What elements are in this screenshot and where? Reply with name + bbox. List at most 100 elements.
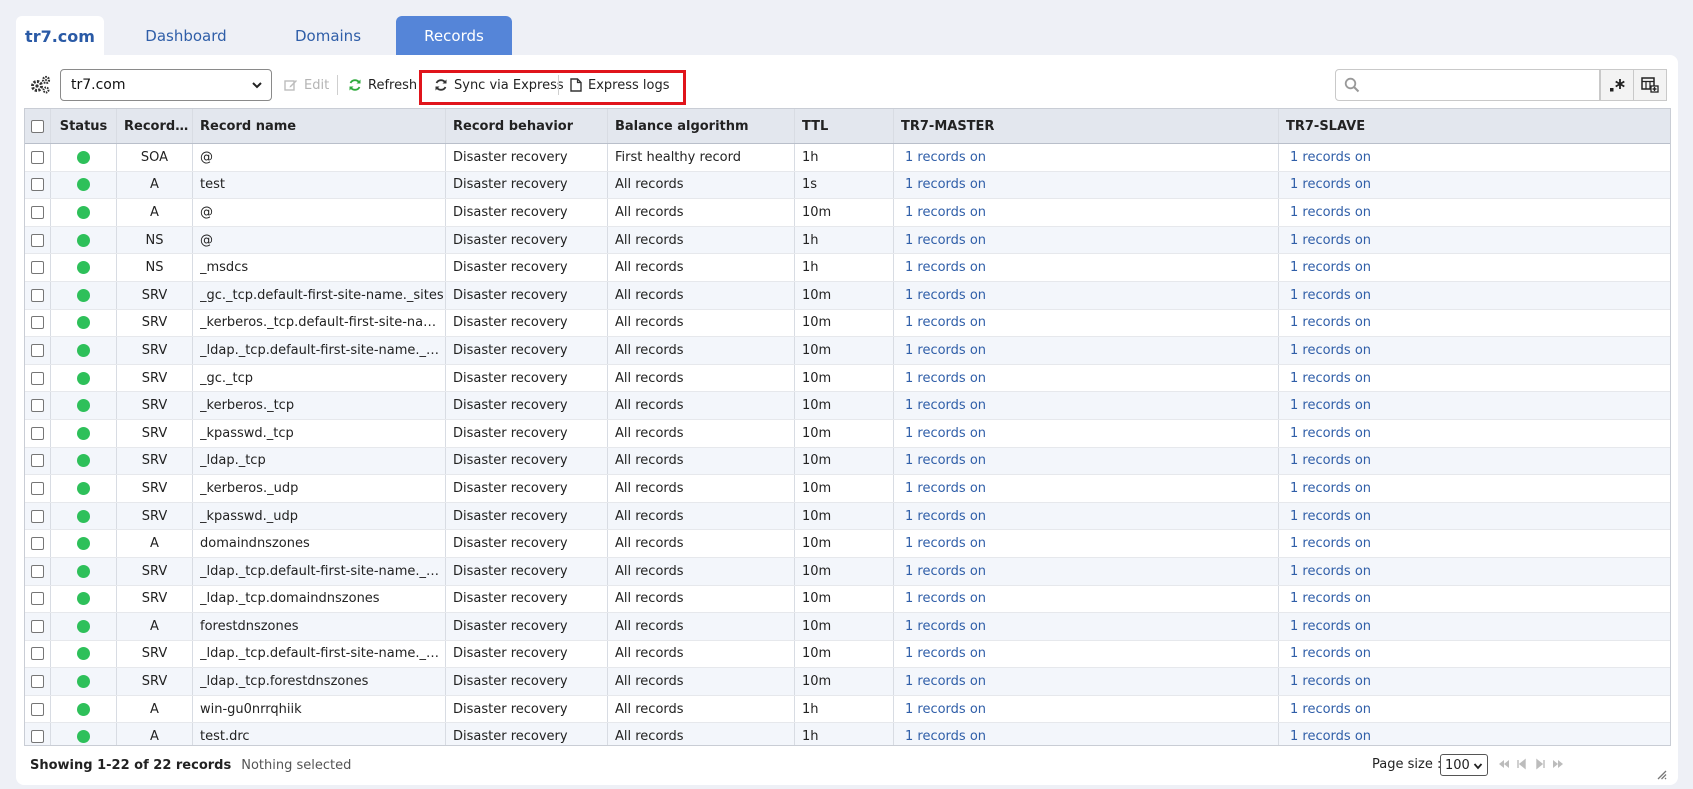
table-row[interactable]: SRV _kpasswd._tcp Disaster recovery All rec… bbox=[25, 419, 1670, 448]
table-row[interactable]: SRV _ldap._tcp.default-first-site-name._s… bbox=[25, 337, 1670, 365]
tr7-slave-link[interactable]: 1 records on bbox=[1286, 536, 1371, 551]
tab-domains[interactable]: Domains bbox=[268, 16, 388, 56]
search-input[interactable] bbox=[1335, 69, 1600, 101]
tr7-master-link[interactable]: 1 records on bbox=[901, 674, 986, 689]
row-checkbox[interactable] bbox=[31, 592, 44, 606]
tr7-slave-link[interactable]: 1 records on bbox=[1286, 315, 1371, 330]
row-checkbox[interactable] bbox=[31, 454, 44, 468]
sync-express-button[interactable]: Sync via Express bbox=[434, 71, 564, 99]
tr7-slave-link[interactable]: 1 records on bbox=[1286, 150, 1371, 165]
table-row[interactable]: SOA @ Disaster recovery First healthy recor… bbox=[25, 144, 1670, 172]
tr7-slave-link[interactable]: 1 records on bbox=[1286, 343, 1371, 358]
tr7-master-link[interactable]: 1 records on bbox=[901, 536, 986, 551]
tr7-master-link[interactable]: 1 records on bbox=[901, 702, 986, 717]
tr7-master-link[interactable]: 1 records on bbox=[901, 453, 986, 468]
tr7-master-link[interactable]: 1 records on bbox=[901, 205, 986, 220]
last-page-icon[interactable] bbox=[1552, 758, 1564, 770]
column-chooser-button[interactable] bbox=[1633, 69, 1667, 101]
tr7-master-link[interactable]: 1 records on bbox=[901, 288, 986, 303]
table-row[interactable]: Aforestdnszones Disaster recovery All reco… bbox=[25, 613, 1670, 641]
row-checkbox[interactable] bbox=[31, 205, 44, 219]
row-checkbox[interactable] bbox=[31, 288, 44, 302]
tr7-master-link[interactable]: 1 records on bbox=[901, 481, 986, 496]
tr7-master-link[interactable]: 1 records on bbox=[901, 233, 986, 248]
tr7-master-link[interactable]: 1 records on bbox=[901, 591, 986, 606]
row-checkbox[interactable] bbox=[31, 702, 44, 716]
table-row[interactable]: Adomaindnszones Disaster recovery All reco… bbox=[25, 530, 1670, 558]
header-record-name[interactable]: Record name bbox=[193, 109, 446, 143]
row-checkbox[interactable] bbox=[31, 537, 44, 551]
refresh-button[interactable]: Refresh bbox=[348, 71, 417, 99]
tr7-slave-link[interactable]: 1 records on bbox=[1286, 509, 1371, 524]
tr7-master-link[interactable]: 1 records on bbox=[901, 371, 986, 386]
page-size-select[interactable]: 100 bbox=[1440, 754, 1488, 776]
tr7-slave-link[interactable]: 1 records on bbox=[1286, 288, 1371, 303]
row-checkbox[interactable] bbox=[31, 647, 44, 661]
tr7-slave-link[interactable]: 1 records on bbox=[1286, 371, 1371, 386]
edit-button[interactable]: Edit bbox=[284, 71, 329, 99]
row-checkbox[interactable] bbox=[31, 399, 44, 413]
express-logs-button[interactable]: Express logs bbox=[570, 71, 670, 99]
header-record-behavior[interactable]: Record behavior bbox=[446, 109, 608, 143]
table-row[interactable]: SRV _gc._tcp.default-first-site-name._sit… bbox=[25, 281, 1670, 310]
table-row[interactable]: SRV _kerberos._udp Disaster recovery All re… bbox=[25, 475, 1670, 503]
row-checkbox[interactable] bbox=[31, 730, 44, 744]
tr7-master-link[interactable]: 1 records on bbox=[901, 177, 986, 192]
row-checkbox[interactable] bbox=[31, 675, 44, 689]
tr7-slave-link[interactable]: 1 records on bbox=[1286, 260, 1371, 275]
table-row[interactable]: A @ Disaster recovery All records 10m 1 recor… bbox=[25, 199, 1670, 227]
row-checkbox[interactable] bbox=[31, 509, 44, 523]
tr7-master-link[interactable]: 1 records on bbox=[901, 260, 986, 275]
tr7-slave-link[interactable]: 1 records on bbox=[1286, 674, 1371, 689]
tr7-master-link[interactable]: 1 records on bbox=[901, 426, 986, 441]
tr7-slave-link[interactable]: 1 records on bbox=[1286, 619, 1371, 634]
tr7-slave-link[interactable]: 1 records on bbox=[1286, 702, 1371, 717]
table-row[interactable]: NS @ Disaster recovery All records 1h 1 recor… bbox=[25, 226, 1670, 255]
table-row[interactable]: NS _msdcs Disaster recovery All records 1h 1 … bbox=[25, 254, 1670, 282]
header-balance-algorithm[interactable]: Balance algorithm bbox=[608, 109, 795, 143]
row-checkbox[interactable] bbox=[31, 178, 44, 192]
table-row[interactable]: SRV _kpasswd._udp Disaster recovery All rec… bbox=[25, 502, 1670, 531]
table-row[interactable]: SRV _kerberos._tcp Disaster recovery All re… bbox=[25, 392, 1670, 420]
row-checkbox[interactable] bbox=[31, 564, 44, 578]
tr7-master-link[interactable]: 1 records on bbox=[901, 398, 986, 413]
tr7-slave-link[interactable]: 1 records on bbox=[1286, 205, 1371, 220]
tr7-slave-link[interactable]: 1 records on bbox=[1286, 177, 1371, 192]
tr7-slave-link[interactable]: 1 records on bbox=[1286, 564, 1371, 579]
header-record-type[interactable]: Record ty... bbox=[117, 109, 193, 143]
gears-icon[interactable] bbox=[30, 75, 52, 95]
tr7-master-link[interactable]: 1 records on bbox=[901, 343, 986, 358]
resize-handle-icon[interactable] bbox=[1657, 770, 1667, 780]
prev-page-icon[interactable] bbox=[1516, 758, 1528, 770]
tab-records[interactable]: Records bbox=[396, 16, 512, 56]
row-checkbox[interactable] bbox=[31, 371, 44, 385]
row-checkbox[interactable] bbox=[31, 619, 44, 633]
table-row[interactable]: Atest.drc Disaster recovery All records 1h 1… bbox=[25, 723, 1670, 745]
first-page-icon[interactable] bbox=[1498, 758, 1510, 770]
row-checkbox[interactable] bbox=[31, 261, 44, 275]
tr7-slave-link[interactable]: 1 records on bbox=[1286, 398, 1371, 413]
tr7-slave-link[interactable]: 1 records on bbox=[1286, 646, 1371, 661]
table-row[interactable]: Atest Disaster recovery All records 1s 1 rec… bbox=[25, 171, 1670, 200]
tr7-master-link[interactable]: 1 records on bbox=[901, 315, 986, 330]
tr7-slave-link[interactable]: 1 records on bbox=[1286, 481, 1371, 496]
row-checkbox[interactable] bbox=[31, 343, 44, 357]
tr7-slave-link[interactable]: 1 records on bbox=[1286, 729, 1371, 744]
regex-toggle-button[interactable] bbox=[1600, 69, 1634, 101]
table-row[interactable]: SRV _ldap._tcp.default-first-site-name._s… bbox=[25, 640, 1670, 669]
row-checkbox[interactable] bbox=[31, 426, 44, 440]
table-row[interactable]: SRV _ldap._tcp.domaindnszones Disaster rec… bbox=[25, 585, 1670, 614]
tr7-master-link[interactable]: 1 records on bbox=[901, 150, 986, 165]
table-row[interactable]: SRV _ldap._tcp Disaster recovery All record… bbox=[25, 447, 1670, 476]
row-checkbox[interactable] bbox=[31, 316, 44, 330]
table-row[interactable]: SRV _ldap._tcp.forestdnszones Disaster rec… bbox=[25, 668, 1670, 696]
table-row[interactable]: SRV _gc._tcp Disaster recovery All records 1… bbox=[25, 364, 1670, 393]
row-checkbox[interactable] bbox=[31, 150, 44, 164]
tr7-master-link[interactable]: 1 records on bbox=[901, 619, 986, 634]
table-row[interactable]: SRV _ldap._tcp.default-first-site-name._s… bbox=[25, 557, 1670, 586]
tr7-master-link[interactable]: 1 records on bbox=[901, 646, 986, 661]
tr7-master-link[interactable]: 1 records on bbox=[901, 509, 986, 524]
tr7-master-link[interactable]: 1 records on bbox=[901, 729, 986, 744]
tr7-slave-link[interactable]: 1 records on bbox=[1286, 233, 1371, 248]
row-checkbox[interactable] bbox=[31, 481, 44, 495]
